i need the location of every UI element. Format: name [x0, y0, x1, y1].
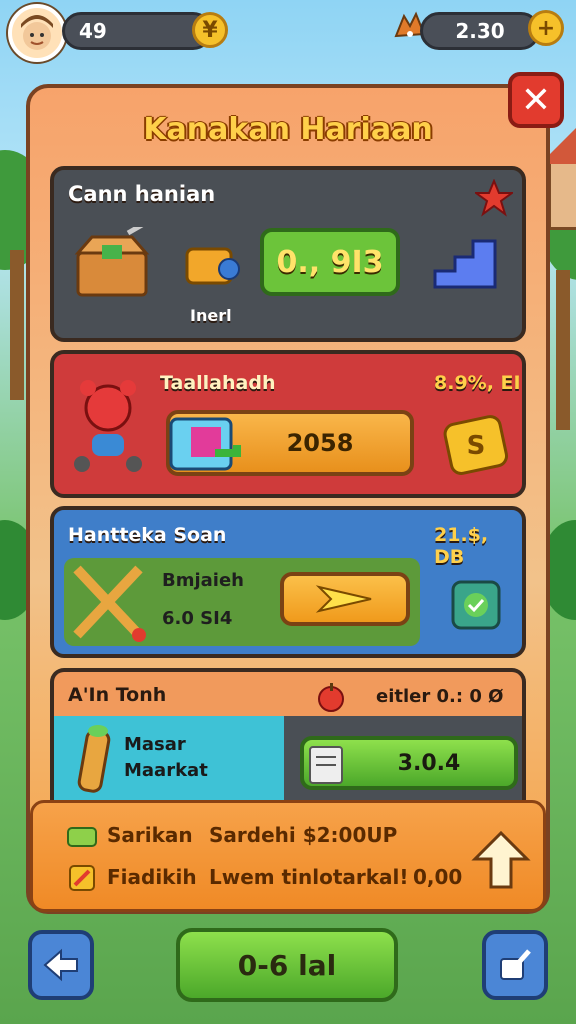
red-star-icon — [474, 178, 514, 218]
avatar-face-icon — [21, 15, 53, 50]
reward-card-4: A'In Tonh eitler 0.: 0 Ø Masar Maarkat 3… — [50, 668, 526, 800]
card-1-value: 0., 9I3 — [276, 244, 384, 280]
svg-text:S: S — [467, 431, 486, 461]
gold-coin-icon: S — [438, 408, 514, 484]
footer-row-2-a: Fiadikih — [107, 865, 197, 889]
card-1-value-button[interactable]: 0., 9I3 — [260, 228, 400, 296]
level-value: 49 — [79, 19, 107, 43]
gift-box-icon — [164, 406, 244, 478]
card-3-label: Hantteka Soan — [68, 524, 227, 546]
card-3-line-1: Bmjaieh — [162, 570, 244, 591]
yen-icon: ¥ — [202, 17, 218, 43]
card-4-corner-text: eitler 0.: 0 Ø — [376, 686, 504, 707]
panel-title: Kanakan Hariaan — [143, 112, 433, 147]
reward-card-2: Taallahadh 8.9%, EI 2058 S — [50, 350, 526, 498]
footer-row-1-b: Sardehi $2:00UP — [209, 823, 398, 847]
card-1-sub-label: Inerl — [190, 306, 232, 325]
scroll-icon — [70, 720, 118, 800]
upload-arrow-icon[interactable] — [469, 827, 533, 895]
card-2-label: Taallahadh — [160, 372, 276, 394]
currency-value: 2.30 — [455, 19, 505, 43]
footer-row-2-value: 0,00 — [413, 865, 463, 889]
reward-card-3: Hantteka Soan 21.$, DB Bmjaieh 6.0 SI4 — [50, 506, 526, 658]
cash-icon — [65, 821, 99, 851]
card-3-line-2: 6.0 SI4 — [162, 608, 233, 629]
yen-badge-button[interactable]: ¥ — [192, 12, 228, 48]
crossed-tools-icon — [66, 558, 152, 648]
apple-icon — [314, 680, 348, 714]
footer-row-1-a: Sarikan — [107, 823, 193, 847]
main-action-button[interactable]: 0-6 lal — [176, 928, 398, 1002]
card-2-value: 2058 — [286, 429, 354, 457]
footer-row-2-b: Lwem tinlotarkal! — [209, 865, 409, 889]
edit-icon — [500, 949, 531, 980]
card-3-claim-button[interactable] — [280, 572, 410, 626]
level-counter: 49 — [62, 12, 212, 50]
back-arrow-icon — [43, 948, 78, 982]
edit-button[interactable] — [482, 930, 548, 1000]
ticket-icon — [182, 240, 244, 292]
checkmark-badge-icon — [446, 574, 506, 636]
card-4-line-2: Maarkat — [124, 760, 208, 781]
card-2-corner-text: 8.9%, EI — [434, 372, 521, 394]
card-4-line-1: Masar — [124, 734, 186, 755]
treasure-chest-icon — [70, 226, 154, 300]
back-button[interactable] — [28, 930, 94, 1000]
robot-toy-icon — [68, 372, 148, 482]
blue-stairs-icon — [428, 226, 504, 302]
summary-footer: Sarikan Sardehi $2:00UP Fiadikih Lwem ti… — [30, 800, 546, 912]
card-4-label: A'In Tonh — [68, 684, 167, 706]
add-currency-button[interactable]: + — [528, 10, 564, 46]
pencil-icon — [65, 863, 99, 893]
currency-counter: 2.30 — [420, 12, 540, 50]
plus-icon: + — [536, 15, 556, 41]
card-4-value: 3.0.4 — [397, 750, 461, 776]
player-avatar[interactable] — [8, 4, 66, 62]
main-action-label: 0-6 lal — [237, 948, 337, 982]
card-3-corner-text: 21.$, DB — [434, 524, 489, 568]
document-icon — [298, 742, 352, 788]
card-1-label: Cann hanian — [68, 182, 216, 206]
reward-card-1: Cann hanian Inerl 0., 9I3 — [50, 166, 526, 342]
paper-plane-icon — [315, 585, 372, 613]
